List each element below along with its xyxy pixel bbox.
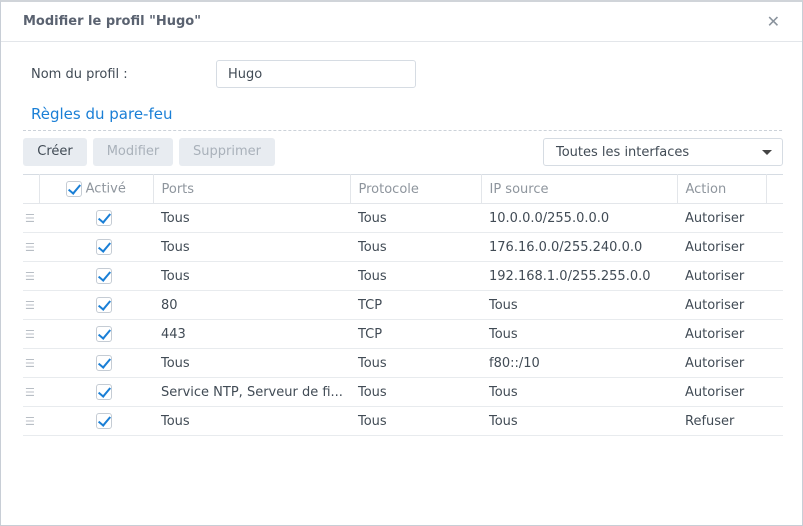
extra-cell xyxy=(766,406,783,436)
drag-handle-icon[interactable]: ☰ xyxy=(23,319,39,349)
action-cell: Refuser xyxy=(677,406,766,436)
drag-handle-icon[interactable]: ☰ xyxy=(23,377,39,407)
enabled-checkbox[interactable] xyxy=(96,384,112,400)
close-icon[interactable]: ✕ xyxy=(767,12,780,31)
protocol-cell: Tous xyxy=(350,203,481,233)
protocol-cell: Tous xyxy=(350,377,481,407)
enabled-cell xyxy=(39,261,153,291)
enabled-checkbox[interactable] xyxy=(96,210,112,226)
divider xyxy=(1,41,802,42)
divider xyxy=(23,130,782,131)
table-row[interactable]: ☰ Service NTP, Serveur de fi... Tous Tou… xyxy=(23,377,783,407)
action-cell: Autoriser xyxy=(677,203,766,233)
enabled-checkbox[interactable] xyxy=(96,326,112,342)
edit-button[interactable]: Modifier xyxy=(93,138,173,166)
extra-cell xyxy=(766,261,783,291)
enabled-checkbox[interactable] xyxy=(96,413,112,429)
drag-column-header xyxy=(23,174,40,204)
table-row[interactable]: ☰ Tous Tous Tous Refuser xyxy=(23,406,783,436)
ports-cell: Tous xyxy=(153,203,350,233)
extra-cell xyxy=(766,377,783,407)
action-cell: Autoriser xyxy=(677,377,766,407)
enabled-cell xyxy=(39,203,153,233)
enabled-cell xyxy=(39,377,153,407)
enabled-column-header[interactable]: Activé xyxy=(39,174,154,204)
action-column-header[interactable]: Action xyxy=(677,174,767,204)
ip-cell: 176.16.0.0/255.240.0.0 xyxy=(481,232,677,262)
drag-handle-icon[interactable]: ☰ xyxy=(23,290,39,320)
enabled-cell xyxy=(39,290,153,320)
edit-profile-dialog: Modifier le profil "Hugo" ✕ Nom du profi… xyxy=(0,0,803,526)
action-cell: Autoriser xyxy=(677,232,766,262)
ip-cell: Tous xyxy=(481,290,677,320)
profile-name-input[interactable]: Hugo xyxy=(216,60,416,88)
ports-cell: Service NTP, Serveur de fi... xyxy=(153,377,350,407)
drag-handle-icon[interactable]: ☰ xyxy=(23,232,39,262)
action-cell: Autoriser xyxy=(677,348,766,378)
action-cell: Autoriser xyxy=(677,290,766,320)
protocol-column-header[interactable]: Protocole xyxy=(350,174,482,204)
ip-cell: 10.0.0.0/255.0.0.0 xyxy=(481,203,677,233)
select-all-checkbox[interactable] xyxy=(65,181,82,197)
section-title: Règles du pare-feu xyxy=(31,105,173,123)
extra-cell xyxy=(766,319,783,349)
ip-cell: Tous xyxy=(481,319,677,349)
ip-cell: f80::/10 xyxy=(481,348,677,378)
ports-cell: Tous xyxy=(153,406,350,436)
table-row[interactable]: ☰ Tous Tous 192.168.1.0/255.255.0.0 Auto… xyxy=(23,261,783,291)
enabled-checkbox[interactable] xyxy=(96,239,112,255)
ip-cell: 192.168.1.0/255.255.0.0 xyxy=(481,261,677,291)
table-row[interactable]: ☰ 80 TCP Tous Autoriser xyxy=(23,290,783,320)
interface-select[interactable]: Toutes les interfaces xyxy=(543,138,783,166)
table-row[interactable]: ☰ Tous Tous f80::/10 Autoriser xyxy=(23,348,783,378)
drag-handle-icon[interactable]: ☰ xyxy=(23,348,39,378)
profile-name-label: Nom du profil : xyxy=(31,67,128,82)
ports-cell: Tous xyxy=(153,348,350,378)
drag-handle-icon[interactable]: ☰ xyxy=(23,406,39,436)
table-row[interactable]: ☰ 443 TCP Tous Autoriser xyxy=(23,319,783,349)
enabled-header-label: Activé xyxy=(85,181,126,197)
table-row[interactable]: ☰ Tous Tous 10.0.0.0/255.0.0.0 Autoriser xyxy=(23,203,783,233)
interface-select-value: Toutes les interfaces xyxy=(556,145,690,160)
action-cell: Autoriser xyxy=(677,261,766,291)
drag-handle-icon[interactable]: ☰ xyxy=(23,261,39,291)
enabled-cell xyxy=(39,348,153,378)
table-row[interactable]: ☰ Tous Tous 176.16.0.0/255.240.0.0 Autor… xyxy=(23,232,783,262)
protocol-cell: TCP xyxy=(350,290,481,320)
drag-handle-icon[interactable]: ☰ xyxy=(23,203,39,233)
dialog-title: Modifier le profil "Hugo" xyxy=(23,14,202,29)
delete-button[interactable]: Supprimer xyxy=(179,138,275,166)
protocol-cell: TCP xyxy=(350,319,481,349)
ip-cell: Tous xyxy=(481,377,677,407)
enabled-checkbox[interactable] xyxy=(96,268,112,284)
protocol-cell: Tous xyxy=(350,406,481,436)
extra-cell xyxy=(766,203,783,233)
enabled-checkbox[interactable] xyxy=(96,297,112,313)
enabled-checkbox[interactable] xyxy=(96,355,112,371)
ports-column-header[interactable]: Ports xyxy=(153,174,351,204)
extra-cell xyxy=(766,290,783,320)
extra-cell xyxy=(766,232,783,262)
enabled-cell xyxy=(39,319,153,349)
ports-cell: 80 xyxy=(153,290,350,320)
extra-cell xyxy=(766,348,783,378)
action-cell: Autoriser xyxy=(677,319,766,349)
enabled-cell xyxy=(39,232,153,262)
create-button[interactable]: Créer xyxy=(23,138,87,166)
protocol-cell: Tous xyxy=(350,348,481,378)
enabled-cell xyxy=(39,406,153,436)
protocol-cell: Tous xyxy=(350,261,481,291)
ports-cell: 443 xyxy=(153,319,350,349)
rules-table: Activé Ports Protocole IP source Action … xyxy=(23,174,783,436)
protocol-cell: Tous xyxy=(350,232,481,262)
ports-cell: Tous xyxy=(153,261,350,291)
caret-down-icon xyxy=(762,150,772,155)
ports-cell: Tous xyxy=(153,232,350,262)
extra-column-header xyxy=(766,174,783,204)
ip-column-header[interactable]: IP source xyxy=(481,174,678,204)
ip-cell: Tous xyxy=(481,406,677,436)
